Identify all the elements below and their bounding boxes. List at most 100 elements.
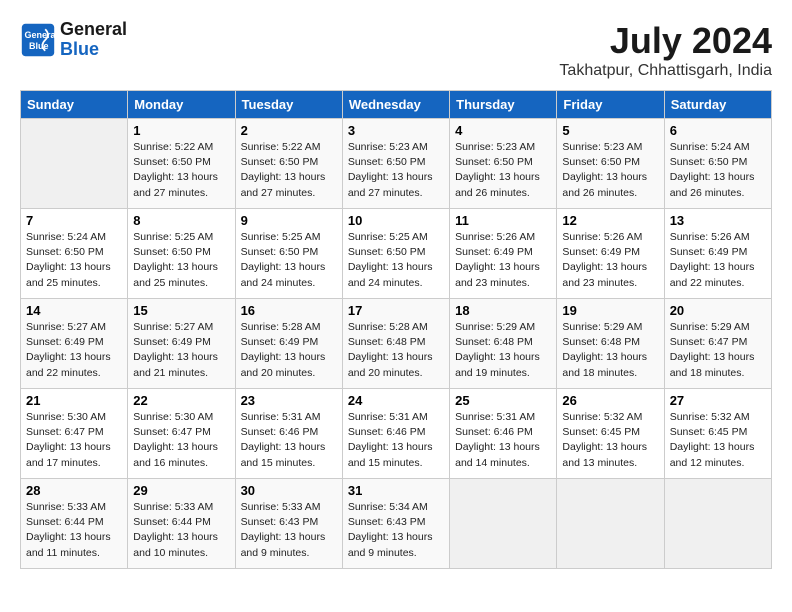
cell-info-text: Sunset: 6:44 PM xyxy=(133,515,229,530)
cell-info-text: Sunrise: 5:33 AM xyxy=(26,500,122,515)
cell-info-text: and 27 minutes. xyxy=(241,186,337,201)
day-number: 15 xyxy=(133,303,229,318)
calendar-table: SundayMondayTuesdayWednesdayThursdayFrid… xyxy=(20,90,772,569)
calendar-cell: 31Sunrise: 5:34 AMSunset: 6:43 PMDayligh… xyxy=(342,479,449,569)
logo: General Blue General Blue xyxy=(20,20,127,60)
day-number: 26 xyxy=(562,393,658,408)
cell-info-text: Sunset: 6:46 PM xyxy=(455,425,551,440)
calendar-cell: 5Sunrise: 5:23 AMSunset: 6:50 PMDaylight… xyxy=(557,119,664,209)
cell-info-text: and 18 minutes. xyxy=(562,366,658,381)
cell-info-text: Daylight: 13 hours xyxy=(455,350,551,365)
day-number: 30 xyxy=(241,483,337,498)
cell-info-text: and 24 minutes. xyxy=(241,276,337,291)
weekday-wednesday: Wednesday xyxy=(342,91,449,119)
cell-info-text: Sunrise: 5:33 AM xyxy=(133,500,229,515)
cell-info-text: Daylight: 13 hours xyxy=(241,440,337,455)
cell-info-text: Sunrise: 5:31 AM xyxy=(348,410,444,425)
calendar-cell: 12Sunrise: 5:26 AMSunset: 6:49 PMDayligh… xyxy=(557,209,664,299)
cell-info-text: and 23 minutes. xyxy=(562,276,658,291)
weekday-friday: Friday xyxy=(557,91,664,119)
calendar-cell: 4Sunrise: 5:23 AMSunset: 6:50 PMDaylight… xyxy=(450,119,557,209)
calendar-cell: 3Sunrise: 5:23 AMSunset: 6:50 PMDaylight… xyxy=(342,119,449,209)
cell-info-text: Sunrise: 5:26 AM xyxy=(455,230,551,245)
cell-info-text: Sunrise: 5:32 AM xyxy=(562,410,658,425)
cell-info-text: Sunrise: 5:33 AM xyxy=(241,500,337,515)
cell-info-text: Sunset: 6:50 PM xyxy=(133,155,229,170)
calendar-cell: 23Sunrise: 5:31 AMSunset: 6:46 PMDayligh… xyxy=(235,389,342,479)
weekday-monday: Monday xyxy=(128,91,235,119)
cell-info-text: and 9 minutes. xyxy=(241,546,337,561)
weekday-saturday: Saturday xyxy=(664,91,771,119)
cell-info-text: Sunset: 6:45 PM xyxy=(562,425,658,440)
cell-info-text: Daylight: 13 hours xyxy=(562,350,658,365)
logo-text: General Blue xyxy=(60,20,127,60)
day-number: 4 xyxy=(455,123,551,138)
cell-info-text: Sunrise: 5:23 AM xyxy=(455,140,551,155)
cell-info-text: Sunset: 6:49 PM xyxy=(455,245,551,260)
cell-info-text: Sunrise: 5:25 AM xyxy=(133,230,229,245)
cell-info-text: Daylight: 13 hours xyxy=(26,350,122,365)
cell-info-text: and 10 minutes. xyxy=(133,546,229,561)
cell-info-text: Sunrise: 5:29 AM xyxy=(455,320,551,335)
calendar-cell: 11Sunrise: 5:26 AMSunset: 6:49 PMDayligh… xyxy=(450,209,557,299)
page-header: General Blue General Blue July 2024 Takh… xyxy=(20,20,772,80)
day-number: 20 xyxy=(670,303,766,318)
cell-info-text: Sunrise: 5:24 AM xyxy=(670,140,766,155)
day-number: 2 xyxy=(241,123,337,138)
day-number: 6 xyxy=(670,123,766,138)
cell-info-text: and 26 minutes. xyxy=(670,186,766,201)
cell-info-text: Daylight: 13 hours xyxy=(670,440,766,455)
cell-info-text: Sunset: 6:44 PM xyxy=(26,515,122,530)
cell-info-text: Sunset: 6:49 PM xyxy=(670,245,766,260)
cell-info-text: Daylight: 13 hours xyxy=(670,350,766,365)
cell-info-text: and 22 minutes. xyxy=(670,276,766,291)
calendar-cell: 6Sunrise: 5:24 AMSunset: 6:50 PMDaylight… xyxy=(664,119,771,209)
cell-info-text: Sunrise: 5:32 AM xyxy=(670,410,766,425)
day-number: 12 xyxy=(562,213,658,228)
cell-info-text: Daylight: 13 hours xyxy=(133,530,229,545)
cell-info-text: Sunset: 6:43 PM xyxy=(348,515,444,530)
cell-info-text: Daylight: 13 hours xyxy=(133,350,229,365)
cell-info-text: Daylight: 13 hours xyxy=(455,440,551,455)
cell-info-text: Daylight: 13 hours xyxy=(562,260,658,275)
cell-info-text: Sunrise: 5:25 AM xyxy=(241,230,337,245)
cell-info-text: Daylight: 13 hours xyxy=(241,260,337,275)
calendar-cell: 7Sunrise: 5:24 AMSunset: 6:50 PMDaylight… xyxy=(21,209,128,299)
calendar-cell: 17Sunrise: 5:28 AMSunset: 6:48 PMDayligh… xyxy=(342,299,449,389)
cell-info-text: Daylight: 13 hours xyxy=(562,170,658,185)
cell-info-text: and 22 minutes. xyxy=(26,366,122,381)
weekday-sunday: Sunday xyxy=(21,91,128,119)
cell-info-text: Daylight: 13 hours xyxy=(241,170,337,185)
day-number: 13 xyxy=(670,213,766,228)
cell-info-text: Daylight: 13 hours xyxy=(455,170,551,185)
calendar-cell xyxy=(557,479,664,569)
calendar-week-5: 28Sunrise: 5:33 AMSunset: 6:44 PMDayligh… xyxy=(21,479,772,569)
cell-info-text: Daylight: 13 hours xyxy=(348,440,444,455)
day-number: 28 xyxy=(26,483,122,498)
day-number: 19 xyxy=(562,303,658,318)
calendar-cell: 9Sunrise: 5:25 AMSunset: 6:50 PMDaylight… xyxy=(235,209,342,299)
calendar-cell: 21Sunrise: 5:30 AMSunset: 6:47 PMDayligh… xyxy=(21,389,128,479)
cell-info-text: Sunrise: 5:22 AM xyxy=(241,140,337,155)
cell-info-text: Sunset: 6:46 PM xyxy=(241,425,337,440)
cell-info-text: Sunset: 6:47 PM xyxy=(133,425,229,440)
cell-info-text: and 15 minutes. xyxy=(348,456,444,471)
cell-info-text: Sunset: 6:49 PM xyxy=(562,245,658,260)
cell-info-text: Daylight: 13 hours xyxy=(348,170,444,185)
day-number: 21 xyxy=(26,393,122,408)
location-title: Takhatpur, Chhattisgarh, India xyxy=(559,62,772,80)
day-number: 9 xyxy=(241,213,337,228)
calendar-cell: 26Sunrise: 5:32 AMSunset: 6:45 PMDayligh… xyxy=(557,389,664,479)
calendar-cell: 1Sunrise: 5:22 AMSunset: 6:50 PMDaylight… xyxy=(128,119,235,209)
calendar-cell: 16Sunrise: 5:28 AMSunset: 6:49 PMDayligh… xyxy=(235,299,342,389)
cell-info-text: Sunrise: 5:29 AM xyxy=(562,320,658,335)
cell-info-text: and 13 minutes. xyxy=(562,456,658,471)
cell-info-text: Daylight: 13 hours xyxy=(348,260,444,275)
calendar-cell: 24Sunrise: 5:31 AMSunset: 6:46 PMDayligh… xyxy=(342,389,449,479)
cell-info-text: and 20 minutes. xyxy=(241,366,337,381)
cell-info-text: Sunset: 6:46 PM xyxy=(348,425,444,440)
weekday-tuesday: Tuesday xyxy=(235,91,342,119)
cell-info-text: Sunrise: 5:28 AM xyxy=(348,320,444,335)
cell-info-text: Daylight: 13 hours xyxy=(133,440,229,455)
day-number: 23 xyxy=(241,393,337,408)
